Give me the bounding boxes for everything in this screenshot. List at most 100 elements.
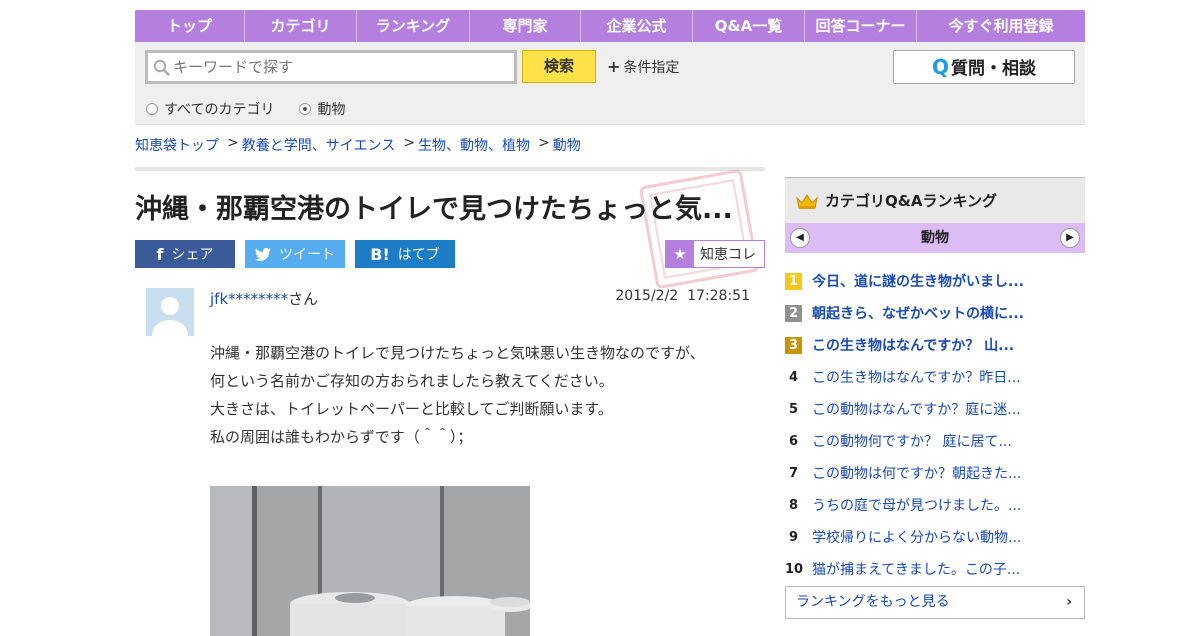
facebook-share-button[interactable]: f シェア (135, 240, 235, 268)
category-scope: すべてのカテゴリ 動物 (146, 99, 370, 119)
more-ranking-link[interactable]: ランキングをもっと見る › (785, 586, 1085, 619)
plus-icon: + (607, 57, 621, 76)
facebook-icon: f (156, 244, 164, 264)
ranking-item[interactable]: 5 この動物はなんですか？庭に迷... (785, 393, 1085, 425)
question-title: 沖縄・那覇空港のトイレで見つけたちょっと気... (135, 194, 733, 225)
star-icon: ★ (666, 241, 694, 267)
nav-item[interactable]: 回答コーナー (805, 10, 917, 42)
nav-item[interactable]: 今すぐ利用登録 (917, 10, 1085, 42)
share-label: ツイート (279, 247, 335, 263)
global-nav: トップ カテゴリ ランキング 専門家 企業公式 Q&A一覧 回答コーナー 今すぐ利用登録 (135, 10, 1085, 42)
question-author: jfk********さん (210, 288, 318, 309)
breadcrumb-separator: > (403, 135, 416, 151)
radio-label: すべてのカテゴリ (164, 102, 275, 118)
rank-number-badge: 6 (788, 433, 799, 449)
avatar[interactable] (146, 288, 194, 336)
breadcrumb-item[interactable]: 知恵袋トップ (135, 135, 219, 155)
nav-item[interactable]: Q&A一覧 (693, 10, 805, 42)
ranking-item[interactable]: 10 猫が捕まえてきました。この子... (785, 553, 1085, 585)
ranking-item[interactable]: 9 学校帰りによく分からない動物... (785, 521, 1085, 553)
breadcrumb-separator: > (538, 135, 550, 151)
body-line: 沖縄・那覇空港のトイレで見つけたちょっと気味悪い生き物なのですが、 (210, 344, 705, 362)
share-label: はてブ (397, 247, 440, 263)
ranking-question-link[interactable]: 猫が捕まえてきました。この子... (812, 559, 1020, 579)
ranking-question-link[interactable]: 朝起きら、なぜかベットの横に... (812, 303, 1024, 323)
q-icon: Q (931, 55, 949, 79)
body-line: 何という名前かご存知の方おられましたら教えてください。 (210, 372, 614, 390)
ranking-question-link[interactable]: この動物何ですか？ 庭に居て... (812, 431, 1012, 451)
search-input[interactable] (173, 55, 508, 79)
ask-question-button[interactable]: Q 質問・相談 (893, 50, 1075, 84)
nav-item[interactable]: カテゴリ (245, 10, 357, 42)
ranking-item[interactable]: 7 この動物は何ですか？朝起きた... (785, 457, 1085, 489)
ranking-item[interactable]: 1 今日、道に謎の生き物がいまし... (785, 265, 1085, 297)
ranking-question-link[interactable]: この生き物はなんですか？昨日... (812, 367, 1021, 387)
radio-button[interactable] (299, 103, 312, 115)
nav-item[interactable]: ランキング (357, 10, 470, 42)
breadcrumb-item[interactable]: 動物 (553, 135, 581, 155)
user-name-link[interactable]: jfk******** (210, 290, 288, 308)
more-ranking-label: ランキングをもっと見る (796, 594, 950, 610)
ranking-question-link[interactable]: この動物は何ですか？朝起きた... (812, 463, 1021, 483)
rank-number-badge: 9 (788, 529, 799, 545)
rank-number-badge: 8 (788, 497, 799, 513)
ranking-question-link[interactable]: この動物はなんですか？庭に迷... (812, 399, 1021, 419)
rank-number-badge: 7 (788, 465, 799, 481)
ranking-item[interactable]: 2 朝起きら、なぜかベットの横に... (785, 297, 1085, 329)
question-timestamp: 2015/2/2 17:28:51 (615, 288, 750, 304)
breadcrumb: 知恵袋トップ > 教養と学問、サイエンス > 生物、動物、植物 > 動物 (135, 135, 581, 155)
radio-current-category[interactable]: 動物 (299, 99, 345, 119)
nav-item[interactable]: 企業公式 (581, 10, 693, 42)
search-box[interactable] (145, 50, 517, 84)
rank-number-badge: 1 (785, 272, 802, 290)
hatena-bookmark-button[interactable]: B! はてブ (355, 240, 455, 268)
ranking-question-link[interactable]: うちの庭で母が見つけました。... (812, 495, 1021, 515)
ranking-item[interactable]: 6 この動物何ですか？ 庭に居て... (785, 425, 1085, 457)
ranking-category-bar: ◀ 動物 ▶ (785, 223, 1085, 253)
category-ranking-sidebar: カテゴリQ&Aランキング ◀ 動物 ▶ 1 今日、道に謎の生き物がいまし... 2 朝… (785, 177, 1085, 619)
radio-all-categories[interactable]: すべてのカテゴリ (146, 99, 274, 119)
question-area: 沖縄・那覇空港のトイレで見つけたちょっと気... f シェア ツイート B! は… (135, 167, 765, 636)
user-silhouette-icon (146, 288, 194, 336)
ask-label: 質問・相談 (951, 59, 1036, 79)
ranking-question-link[interactable]: 今日、道に謎の生き物がいまし... (812, 271, 1024, 291)
radio-button[interactable] (146, 103, 158, 115)
share-label: シェア (171, 247, 214, 263)
toilet-paper-photo (210, 486, 530, 636)
rank-number-badge: 5 (788, 401, 799, 417)
ranking-question-link[interactable]: 学校帰りによく分からない動物... (812, 527, 1021, 547)
next-arrow-icon[interactable]: ▶ (1060, 228, 1080, 248)
ranking-item[interactable]: 4 この生き物はなんですか？昨日... (785, 361, 1085, 393)
question-photo[interactable] (210, 486, 530, 636)
conditions-link[interactable]: + 条件指定 (607, 57, 679, 77)
breadcrumb-item[interactable]: 生物、動物、植物 (418, 135, 530, 155)
radio-label: 動物 (317, 102, 346, 118)
breadcrumb-item[interactable]: 教養と学問、サイエンス (242, 135, 396, 155)
ranking-question-link[interactable]: この生き物はなんですか？ 山... (812, 335, 1014, 355)
twitter-share-button[interactable]: ツイート (245, 240, 345, 268)
chevron-right-icon: › (1066, 594, 1072, 610)
search-icon (153, 59, 170, 76)
chiekore-button[interactable]: ★ 知恵コレ (665, 240, 765, 268)
conditions-label: 条件指定 (623, 60, 680, 76)
rank-number-badge: 10 (785, 561, 804, 577)
prev-arrow-icon[interactable]: ◀ (790, 228, 810, 248)
breadcrumb-separator: > (227, 135, 239, 151)
share-buttons: f シェア ツイート B! はてブ (135, 240, 465, 268)
rank-number-badge: 3 (785, 336, 802, 354)
divider (135, 167, 765, 171)
nav-item[interactable]: トップ (135, 10, 245, 42)
ranking-item[interactable]: 8 うちの庭で母が見つけました。... (785, 489, 1085, 521)
search-button[interactable]: 検索 (522, 50, 596, 83)
nav-item[interactable]: 専門家 (470, 10, 581, 42)
question-date: 2015/2/2 (615, 288, 679, 304)
question-time: 17:28:51 (687, 288, 750, 304)
ranking-item[interactable]: 3 この生き物はなんですか？ 山... (785, 329, 1085, 361)
ranking-category: 動物 (921, 230, 949, 246)
rank-number-badge: 2 (785, 304, 802, 322)
question-body: 沖縄・那覇空港のトイレで見つけたちょっと気味悪い生き物なのですが、 何という名前… (210, 339, 705, 451)
ranking-title: カテゴリQ&Aランキング (825, 192, 997, 210)
ranking-header: カテゴリQ&Aランキング (785, 177, 1085, 223)
ranking-list: 1 今日、道に謎の生き物がいまし... 2 朝起きら、なぜかベットの横に... 3 この生… (785, 265, 1085, 585)
rank-number-badge: 4 (788, 369, 799, 385)
